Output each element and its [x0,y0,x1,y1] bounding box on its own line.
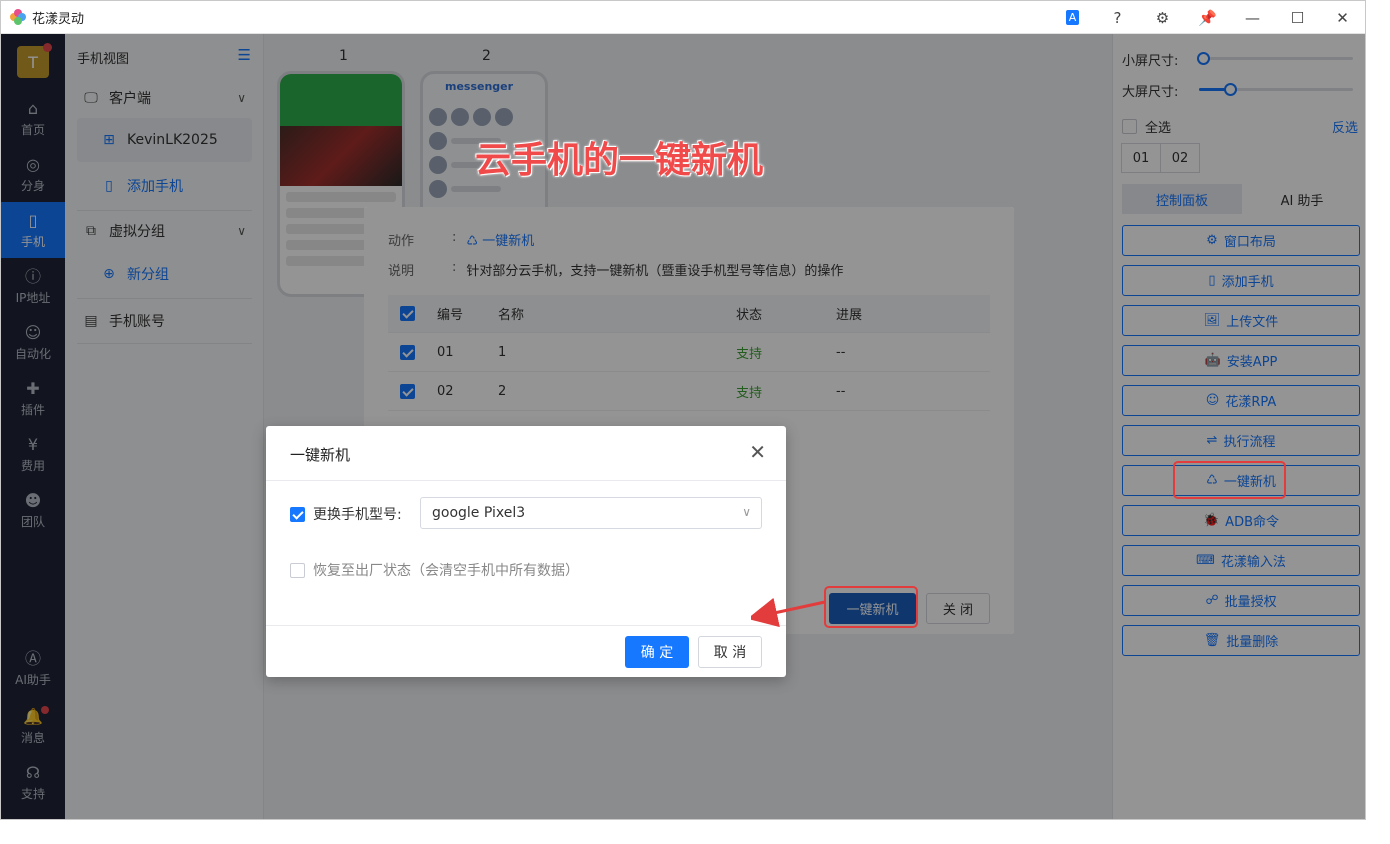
close-window-button[interactable]: ✕ [1320,1,1365,34]
app-window: 花漾灵动 A ? ⚙ 📌 — ☐ ✕ T ⌂ 首页 ◎ 分身 ▯ 手机 ⓘ IP地址 ☺… [0,0,1366,820]
app-title: 花漾灵动 [32,11,85,27]
confirm-button[interactable]: 确 定 [625,636,689,668]
divider [266,625,786,626]
new-device-dialog: 一键新机 ✕ 更换手机型号: google Pixel3 ∨ 恢复至出厂状态 （会… [266,426,786,677]
change-model-checkbox[interactable] [290,506,305,522]
window-controls: A ? ⚙ 📌 — ☐ ✕ [1050,1,1365,34]
minimize-button[interactable]: — [1230,1,1275,34]
chevron-down-icon: ∨ [742,505,751,519]
pin-icon[interactable]: 📌 [1185,1,1230,34]
help-icon[interactable]: ? [1095,1,1140,34]
close-icon[interactable]: ✕ [749,440,766,464]
translate-icon[interactable]: A [1050,1,1095,34]
highlight-box [1173,461,1286,499]
change-model-option[interactable]: 更换手机型号: [290,504,402,524]
factory-reset-checkbox[interactable] [290,562,305,578]
title-bar: 花漾灵动 A ? ⚙ 📌 — ☐ ✕ [1,1,1365,34]
dialog-title: 一键新机 [290,446,351,464]
settings-icon[interactable]: ⚙ [1140,1,1185,34]
highlight-box [824,586,918,628]
maximize-button[interactable]: ☐ [1275,1,1320,34]
phone-model-select[interactable]: google Pixel3 ∨ [420,497,762,529]
app-logo-icon [10,9,26,25]
cancel-button[interactable]: 取 消 [698,636,762,668]
arrow-annotation [751,597,826,628]
dialog-header: 一键新机 ✕ [266,426,786,481]
factory-reset-option[interactable]: 恢复至出厂状态 （会清空手机中所有数据） [290,560,579,580]
annotation-caption: 云手机的一键新机 [475,140,764,181]
